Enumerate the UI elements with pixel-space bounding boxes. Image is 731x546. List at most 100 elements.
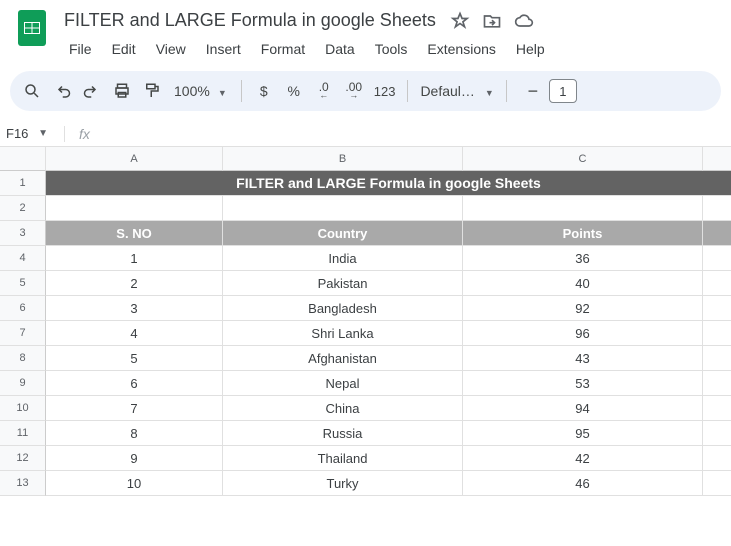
cell[interactable]: Bangladesh bbox=[223, 296, 463, 321]
cell[interactable]: Afghanistan bbox=[223, 346, 463, 371]
row-header[interactable]: 6 bbox=[0, 296, 46, 321]
cell[interactable] bbox=[703, 296, 731, 321]
cell[interactable]: China bbox=[223, 396, 463, 421]
row-header[interactable]: 9 bbox=[0, 371, 46, 396]
menu-help[interactable]: Help bbox=[507, 37, 554, 61]
column-header[interactable] bbox=[703, 147, 731, 171]
menu-edit[interactable]: Edit bbox=[103, 37, 145, 61]
cell[interactable]: 92 bbox=[463, 296, 703, 321]
cell[interactable] bbox=[46, 196, 223, 221]
row-header[interactable]: 3 bbox=[0, 221, 46, 246]
cell[interactable]: 53 bbox=[463, 371, 703, 396]
header-cell[interactable]: S. NO bbox=[46, 221, 223, 246]
font-size-input[interactable]: 1 bbox=[549, 79, 577, 103]
cell[interactable]: 96 bbox=[463, 321, 703, 346]
number-format-button[interactable]: 123 bbox=[370, 77, 400, 105]
decrease-decimal-button[interactable]: .0← bbox=[310, 77, 338, 105]
name-box[interactable]: F16 ▼ bbox=[0, 126, 54, 141]
search-icon[interactable] bbox=[18, 77, 46, 105]
zoom-value: 100% bbox=[174, 83, 210, 99]
column-header[interactable]: C bbox=[463, 147, 703, 171]
header-cell[interactable] bbox=[703, 221, 731, 246]
cell[interactable] bbox=[703, 446, 731, 471]
row-header[interactable]: 11 bbox=[0, 421, 46, 446]
font-select[interactable]: Defaul… bbox=[416, 77, 497, 105]
cell[interactable] bbox=[703, 346, 731, 371]
cell[interactable]: 43 bbox=[463, 346, 703, 371]
document-title[interactable]: FILTER and LARGE Formula in google Sheet… bbox=[60, 8, 440, 33]
redo-icon[interactable] bbox=[78, 77, 106, 105]
menu-insert[interactable]: Insert bbox=[197, 37, 250, 61]
cell[interactable]: 95 bbox=[463, 421, 703, 446]
row-header[interactable]: 12 bbox=[0, 446, 46, 471]
cell[interactable] bbox=[703, 246, 731, 271]
cell[interactable]: 40 bbox=[463, 271, 703, 296]
currency-button[interactable]: $ bbox=[250, 77, 278, 105]
menu-tools[interactable]: Tools bbox=[366, 37, 417, 61]
cell[interactable] bbox=[703, 271, 731, 296]
cell[interactable] bbox=[703, 196, 731, 221]
row-header[interactable]: 5 bbox=[0, 271, 46, 296]
cell[interactable]: Turky bbox=[223, 471, 463, 496]
move-icon[interactable] bbox=[482, 11, 502, 31]
cell[interactable]: Pakistan bbox=[223, 271, 463, 296]
header-cell[interactable]: Country bbox=[223, 221, 463, 246]
row-header[interactable]: 7 bbox=[0, 321, 46, 346]
cell[interactable]: Shri Lanka bbox=[223, 321, 463, 346]
cell[interactable]: 7 bbox=[46, 396, 223, 421]
cell[interactable]: 6 bbox=[46, 371, 223, 396]
cell[interactable]: 3 bbox=[46, 296, 223, 321]
cell[interactable]: 1 bbox=[46, 246, 223, 271]
print-icon[interactable] bbox=[108, 77, 136, 105]
decrease-font-button[interactable]: − bbox=[519, 77, 547, 105]
column-header[interactable]: A bbox=[46, 147, 223, 171]
header-cell[interactable]: Points bbox=[463, 221, 703, 246]
menu-file[interactable]: File bbox=[60, 37, 101, 61]
cell[interactable] bbox=[703, 421, 731, 446]
row-header[interactable]: 4 bbox=[0, 246, 46, 271]
cell[interactable]: 4 bbox=[46, 321, 223, 346]
sheets-logo[interactable] bbox=[12, 8, 52, 48]
cell[interactable] bbox=[703, 471, 731, 496]
cell[interactable] bbox=[703, 396, 731, 421]
cell[interactable]: Thailand bbox=[223, 446, 463, 471]
cell[interactable]: 46 bbox=[463, 471, 703, 496]
formula-bar: F16 ▼ fx bbox=[0, 121, 731, 147]
zoom-select[interactable]: 100% bbox=[168, 77, 233, 105]
cell[interactable]: Nepal bbox=[223, 371, 463, 396]
cell[interactable] bbox=[703, 321, 731, 346]
cell[interactable]: 5 bbox=[46, 346, 223, 371]
cell[interactable] bbox=[463, 196, 703, 221]
cell[interactable] bbox=[223, 196, 463, 221]
cell[interactable] bbox=[703, 371, 731, 396]
percent-button[interactable]: % bbox=[280, 77, 308, 105]
cell[interactable]: 9 bbox=[46, 446, 223, 471]
paint-format-icon[interactable] bbox=[138, 77, 166, 105]
row-header[interactable]: 10 bbox=[0, 396, 46, 421]
divider bbox=[407, 80, 408, 102]
select-all-corner[interactable] bbox=[0, 147, 46, 171]
row-header[interactable]: 2 bbox=[0, 196, 46, 221]
menu-format[interactable]: Format bbox=[252, 37, 314, 61]
menu-view[interactable]: View bbox=[147, 37, 195, 61]
cell[interactable]: 94 bbox=[463, 396, 703, 421]
cell[interactable]: India bbox=[223, 246, 463, 271]
row-header[interactable]: 1 bbox=[0, 171, 46, 196]
cell[interactable]: 2 bbox=[46, 271, 223, 296]
undo-icon[interactable] bbox=[48, 77, 76, 105]
cell[interactable]: Russia bbox=[223, 421, 463, 446]
cell[interactable]: 8 bbox=[46, 421, 223, 446]
row-header[interactable]: 13 bbox=[0, 471, 46, 496]
cell[interactable]: 10 bbox=[46, 471, 223, 496]
cell[interactable]: 36 bbox=[463, 246, 703, 271]
row-header[interactable]: 8 bbox=[0, 346, 46, 371]
cell[interactable]: 42 bbox=[463, 446, 703, 471]
increase-decimal-button[interactable]: .00→ bbox=[340, 77, 368, 105]
title-cell[interactable]: FILTER and LARGE Formula in google Sheet… bbox=[46, 171, 731, 196]
column-header[interactable]: B bbox=[223, 147, 463, 171]
menu-extensions[interactable]: Extensions bbox=[418, 37, 504, 61]
menu-data[interactable]: Data bbox=[316, 37, 364, 61]
star-icon[interactable] bbox=[450, 11, 470, 31]
formula-input[interactable] bbox=[100, 124, 731, 143]
cloud-icon[interactable] bbox=[514, 11, 534, 31]
